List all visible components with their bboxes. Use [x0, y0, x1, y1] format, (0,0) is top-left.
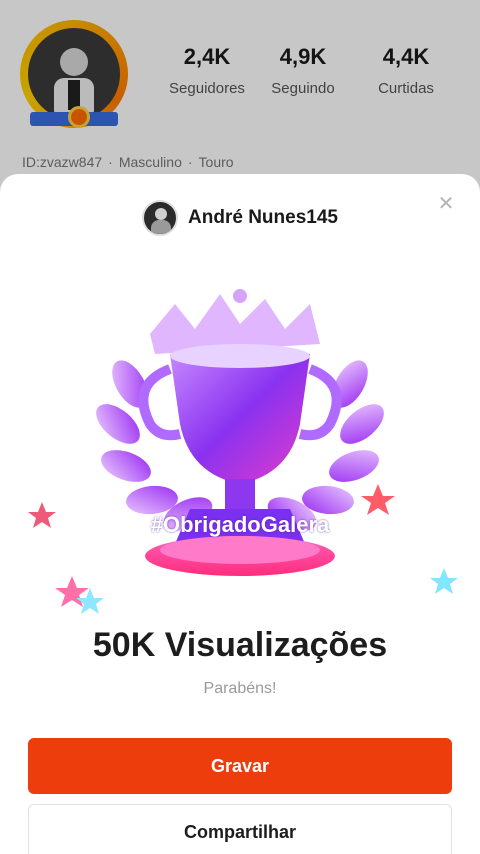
congrats-text: Parabéns! — [203, 680, 277, 697]
username: André Nunes145 — [188, 207, 338, 228]
hashtag-text: #ObrigadoGalera — [150, 512, 330, 537]
sheet-header: André Nunes145 — [0, 198, 480, 238]
trophy-illustration: #ObrigadoGalera — [20, 274, 460, 781]
record-button[interactable]: Gravar — [28, 738, 452, 794]
user-avatar — [142, 200, 179, 236]
achievement-sheet: André Nunes145 ✕ #ObrigadoGalera 50K Vis… — [0, 174, 480, 854]
share-button[interactable]: Compartilhar — [28, 804, 452, 854]
achievement-title: 50K Visualizações — [92, 626, 388, 664]
close-icon[interactable]: ✕ — [436, 194, 456, 214]
